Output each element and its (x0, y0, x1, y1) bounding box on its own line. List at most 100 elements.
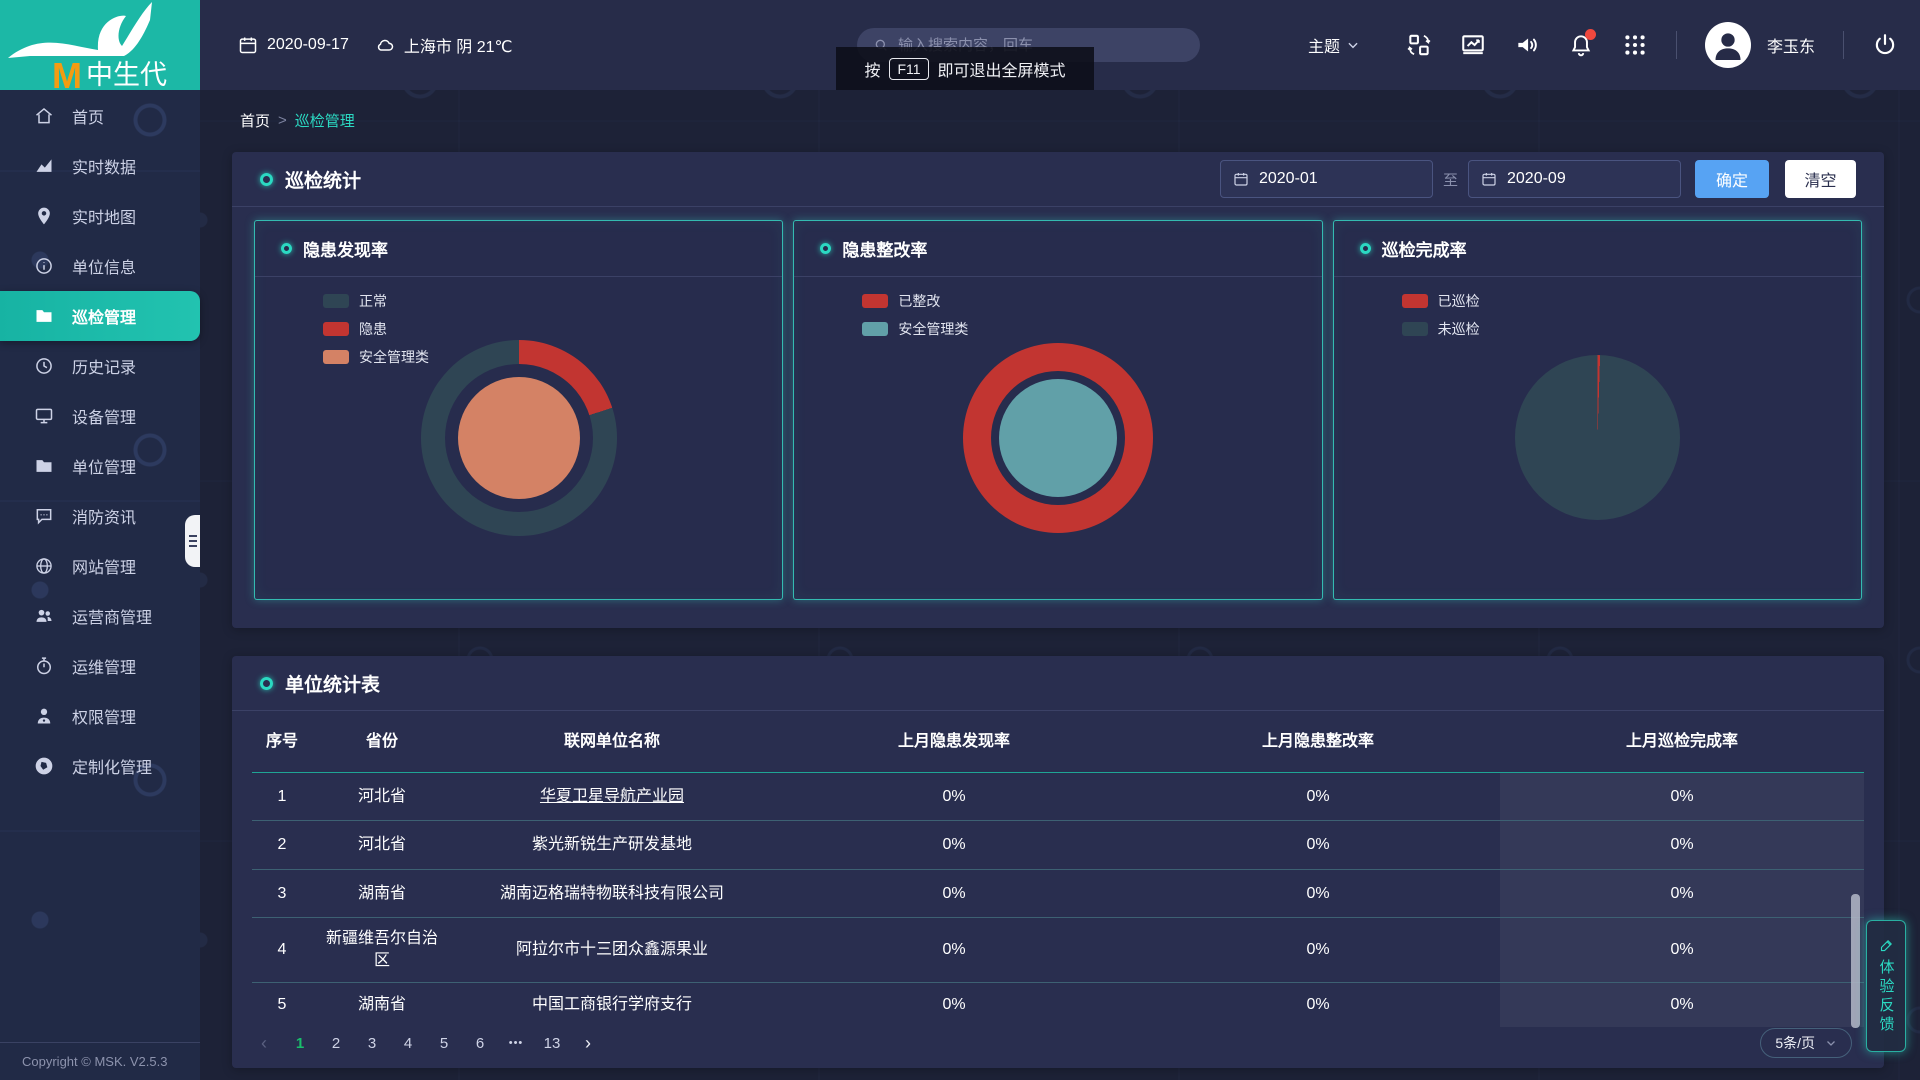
sidebar-item-unit-management[interactable]: 单位管理 (0, 441, 200, 491)
folder-icon (34, 306, 54, 326)
page-number-4[interactable]: 4 (396, 1030, 420, 1056)
power-icon (1872, 32, 1898, 58)
page-number-2[interactable]: 2 (324, 1030, 348, 1056)
globe-icon (34, 556, 54, 576)
sound-icon (1514, 32, 1540, 58)
sidebar-item-ops-management[interactable]: 运维管理 (0, 641, 200, 691)
sound-button[interactable] (1514, 32, 1540, 58)
sidebar-item-website-management[interactable]: 网站管理 (0, 541, 200, 591)
inner-pie[interactable] (999, 379, 1117, 497)
topbar: 2020-09-17 上海市 阴 21℃ 按 F11 即可退出全屏模式 主题 (200, 0, 1920, 90)
donut-chart[interactable] (963, 343, 1153, 533)
clock-icon (34, 356, 54, 376)
sidebar-item-label: 网站管理 (72, 554, 136, 578)
cell-discovery-rate: 0% (772, 834, 1136, 856)
panel-title-text: 单位统计表 (285, 670, 380, 697)
legend-item[interactable]: 隐患 (323, 319, 429, 339)
apps-grid-button[interactable] (1622, 32, 1648, 58)
sidebar-item-label: 实时地图 (72, 204, 136, 228)
feedback-tab[interactable]: 体验反馈 (1866, 920, 1906, 1052)
prev-page-button[interactable]: ‹ (252, 1030, 276, 1056)
cell-unit-name[interactable]: 紫光新锐生产研发基地 (452, 834, 772, 856)
page-number-3[interactable]: 3 (360, 1030, 384, 1056)
page-number-1[interactable]: 1 (288, 1030, 312, 1056)
notification-button[interactable] (1568, 32, 1594, 58)
sidebar-item-customization-management[interactable]: 定制化管理 (0, 741, 200, 791)
page-size-select[interactable]: 5条/页 (1760, 1028, 1852, 1058)
user-lock-icon (34, 706, 54, 726)
sidebar-item-operator-management[interactable]: 运营商管理 (0, 591, 200, 641)
panel-title: 巡检统计 (260, 166, 361, 193)
col-header-discovery-rate: 上月隐患发现率 (772, 731, 1136, 753)
logo-m: M (52, 55, 82, 90)
table-body: 1 河北省 华夏卫星导航产业园 0% 0% 0% 2 河北省 紫光新锐生产研发基… (252, 773, 1864, 1027)
legend-swatch (323, 350, 349, 364)
sidebar-item-realtime-data[interactable]: 实时数据 (0, 141, 200, 191)
page-number-5[interactable]: 5 (432, 1030, 456, 1056)
cell-discovery-rate: 0% (772, 786, 1136, 808)
dinosaur-logo-icon: M 中生代 (0, 0, 200, 90)
donut-chart[interactable] (421, 340, 617, 536)
legend-item[interactable]: 未巡检 (1402, 319, 1480, 339)
col-header-province: 省份 (312, 731, 452, 753)
table-row: 3 湖南省 湖南迈格瑞特物联科技有限公司 0% 0% 0% (252, 870, 1864, 918)
sidebar-item-history[interactable]: 历史记录 (0, 341, 200, 391)
legend-item[interactable]: 安全管理类 (862, 319, 968, 339)
sidebar-item-permission-management[interactable]: 权限管理 (0, 691, 200, 741)
cell-unit-name[interactable]: 阿拉尔市十三团众鑫源果业 (452, 939, 772, 961)
date-to-input[interactable]: 2020-09 (1468, 160, 1681, 198)
breadcrumb-home[interactable]: 首页 (240, 110, 270, 131)
legend-swatch (323, 294, 349, 308)
scrollbar-thumb[interactable] (1851, 894, 1860, 1028)
sidebar-item-device-management[interactable]: 设备管理 (0, 391, 200, 441)
avatar[interactable] (1705, 22, 1751, 68)
breadcrumb-current[interactable]: 巡检管理 (295, 110, 355, 131)
dashboard-button[interactable] (1460, 32, 1486, 58)
page-ellipsis[interactable]: ••• (504, 1030, 528, 1056)
next-page-button[interactable]: › (576, 1030, 600, 1056)
legend-item[interactable]: 已巡检 (1402, 291, 1480, 311)
pie-chart[interactable] (1515, 355, 1680, 520)
date-from-input[interactable]: 2020-01 (1220, 160, 1433, 198)
page-number-6[interactable]: 6 (468, 1030, 492, 1056)
chart-title: 隐患整改率 (842, 236, 927, 261)
inner-pie[interactable] (458, 377, 580, 499)
cell-unit-name[interactable]: 华夏卫星导航产业园 (452, 786, 772, 808)
apps-grid-icon (1622, 32, 1648, 58)
folder-icon (34, 456, 54, 476)
legend-item[interactable]: 正常 (323, 291, 429, 311)
cell-unit-name[interactable]: 中国工商银行学府支行 (452, 994, 772, 1016)
sidebar-collapse-handle[interactable] (185, 515, 200, 567)
cell-unit-name[interactable]: 湖南迈格瑞特物联科技有限公司 (452, 883, 772, 905)
app-logo[interactable]: M 中生代 (0, 0, 200, 90)
username[interactable]: 李玉东 (1767, 33, 1815, 57)
tag-icon (34, 756, 54, 776)
chevron-down-icon (1346, 38, 1360, 52)
table-row: 5 湖南省 中国工商银行学府支行 0% 0% 0% (252, 983, 1864, 1027)
legend-item[interactable]: 安全管理类 (323, 347, 429, 367)
title-dot-icon (260, 173, 273, 186)
legend-swatch (323, 322, 349, 336)
theme-dropdown[interactable]: 主题 (1308, 33, 1360, 57)
map-pin-icon (34, 206, 54, 226)
confirm-button[interactable]: 确定 (1695, 160, 1769, 198)
cell-rectification-rate: 0% (1136, 939, 1500, 961)
screen-switch-button[interactable] (1406, 32, 1432, 58)
sidebar-item-label: 定制化管理 (72, 754, 152, 778)
page-number-13[interactable]: 13 (540, 1030, 564, 1056)
clear-button[interactable]: 清空 (1785, 160, 1856, 198)
legend-swatch (862, 294, 888, 308)
sidebar-item-realtime-map[interactable]: 实时地图 (0, 191, 200, 241)
legend-item[interactable]: 已整改 (862, 291, 968, 311)
sidebar-item-home[interactable]: 首页 (0, 91, 200, 141)
calendar-icon (238, 35, 258, 55)
logout-button[interactable] (1872, 32, 1898, 58)
cell-rectification-rate: 0% (1136, 786, 1500, 808)
screen-switch-icon (1406, 32, 1432, 58)
divider (1676, 31, 1677, 59)
sidebar-item-fire-news[interactable]: 消防资讯 (0, 491, 200, 541)
sidebar-item-inspection-management[interactable]: 巡检管理 (0, 291, 200, 341)
tip-prefix: 按 (864, 57, 880, 81)
sidebar-item-label: 消防资讯 (72, 504, 136, 528)
sidebar-item-unit-info[interactable]: 单位信息 (0, 241, 200, 291)
